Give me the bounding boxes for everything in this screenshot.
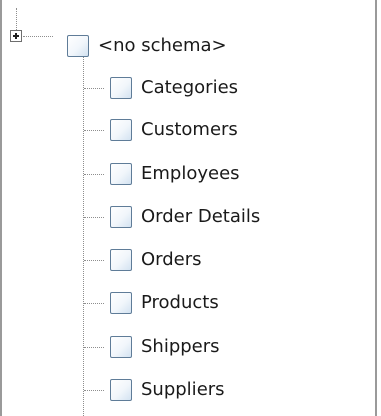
checkbox[interactable]: [110, 163, 132, 185]
node-label: Employees: [141, 163, 240, 184]
tree-guide-line: [83, 57, 84, 416]
node-label: Shippers: [141, 336, 220, 357]
tree-guide-line: [84, 303, 104, 304]
tree-guide-line: [84, 130, 104, 131]
checkbox[interactable]: [110, 119, 132, 141]
tree-guide-line: [84, 347, 104, 348]
tree-node-customers[interactable]: Customers: [110, 115, 238, 145]
tree-node-suppliers[interactable]: Suppliers: [110, 375, 225, 405]
node-label: Order Details: [141, 206, 261, 227]
tree-node-root[interactable]: <no schema>: [67, 31, 227, 61]
expand-plus-icon[interactable]: [10, 30, 22, 42]
tree-guide-line: [84, 174, 104, 175]
checkbox[interactable]: [110, 379, 132, 401]
checkbox[interactable]: [110, 336, 132, 358]
tree-guide-line: [84, 260, 104, 261]
tree-guide-line: [84, 390, 104, 391]
tree-node-orders[interactable]: Orders: [110, 245, 202, 275]
node-label: Suppliers: [141, 379, 225, 400]
tree-guide-line: [16, 8, 17, 30]
node-label: Customers: [141, 119, 238, 140]
tree-guide-line: [84, 88, 104, 89]
tree-guide-line: [84, 217, 104, 218]
schema-tree-panel: <no schema> Categories Customers Employe…: [0, 0, 377, 416]
checkbox[interactable]: [110, 292, 132, 314]
node-label: Products: [141, 292, 219, 313]
checkbox[interactable]: [110, 249, 132, 271]
node-label: Categories: [141, 77, 239, 98]
tree-node-employees[interactable]: Employees: [110, 159, 240, 189]
tree-node-products[interactable]: Products: [110, 288, 219, 318]
tree-guide-line: [23, 36, 53, 37]
checkbox[interactable]: [110, 77, 132, 99]
root-node-label: <no schema>: [98, 35, 227, 56]
tree-node-order-details[interactable]: Order Details: [110, 202, 260, 232]
root-checkbox[interactable]: [67, 35, 89, 57]
tree-node-categories[interactable]: Categories: [110, 73, 238, 103]
tree-node-shippers[interactable]: Shippers: [110, 332, 220, 362]
node-label: Orders: [141, 249, 202, 270]
checkbox[interactable]: [110, 206, 132, 228]
